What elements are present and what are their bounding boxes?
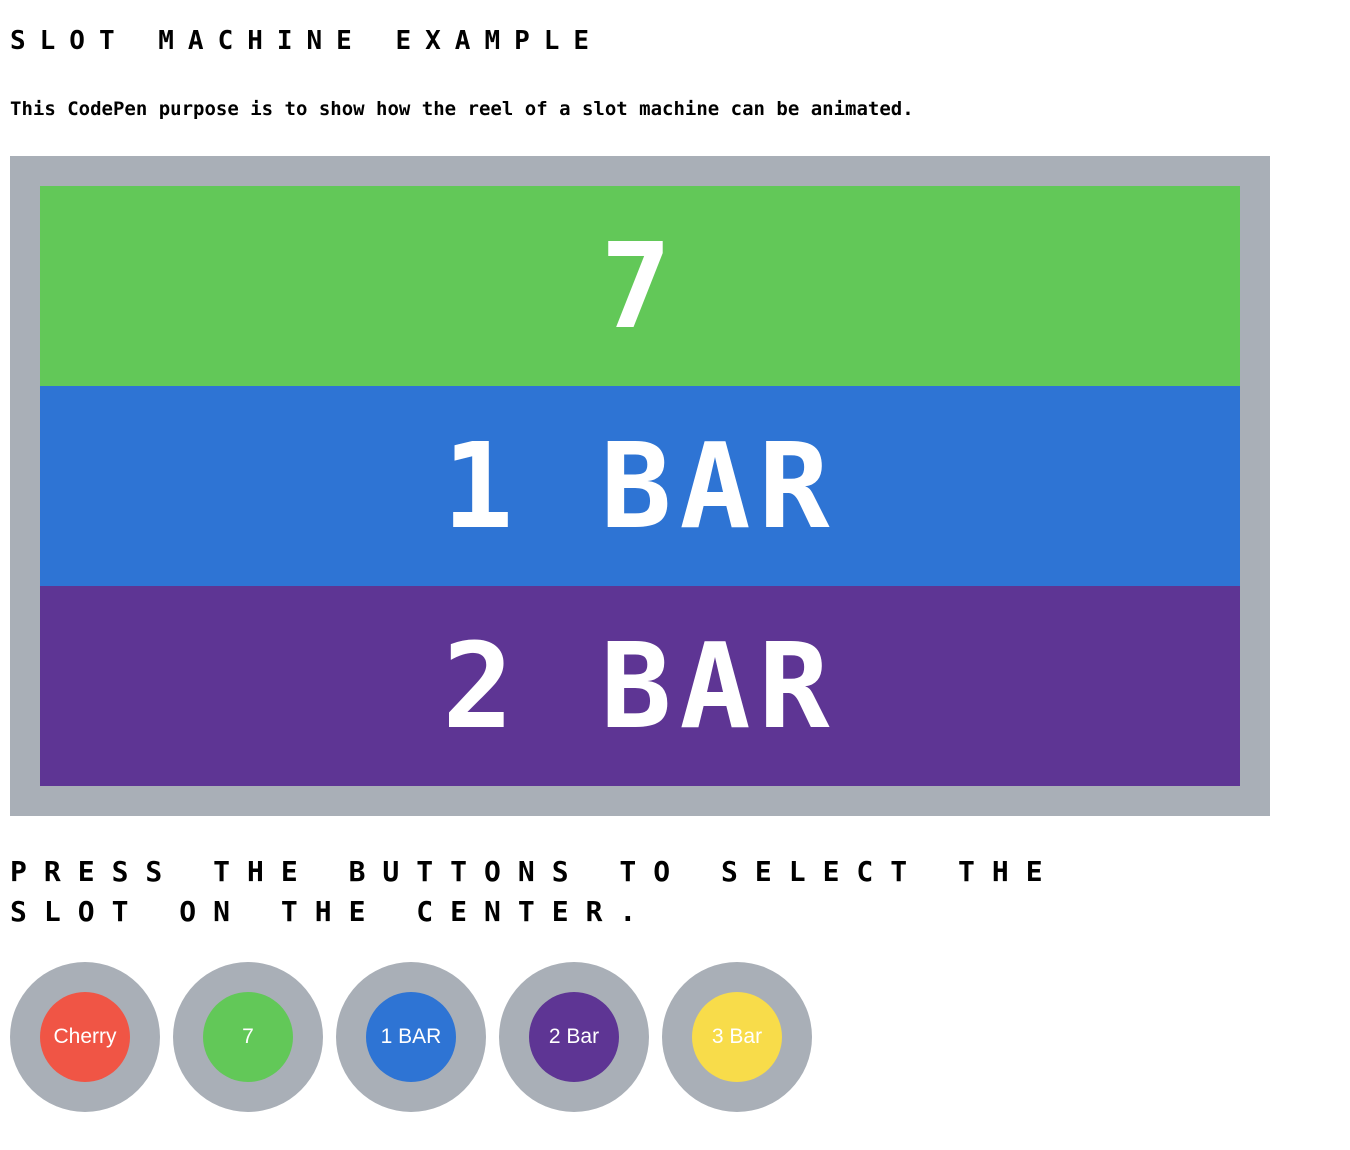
instructions-heading: Press the buttons to select the slot on … [10,855,1060,928]
two-bar-button-label[interactable]: 2 Bar [529,992,619,1082]
seven-button-label[interactable]: 7 [203,992,293,1082]
cherry-button-label[interactable]: Cherry [40,992,130,1082]
reel: 7 1 BAR 2 BAR [40,186,1240,786]
slot-machine: 7 1 BAR 2 BAR [10,156,1270,816]
one-bar-button-label[interactable]: 1 BAR [366,992,456,1082]
three-bar-button[interactable]: 3 Bar [662,962,812,1112]
slot-buttons: Cherry 7 1 BAR 2 Bar 3 Bar [10,962,812,1112]
slot-7: 7 [40,186,1240,386]
slot-1-bar: 1 BAR [40,386,1240,586]
intro-text: This CodePen purpose is to show how the … [10,98,914,120]
three-bar-button-label[interactable]: 3 Bar [692,992,782,1082]
two-bar-button[interactable]: 2 Bar [499,962,649,1112]
page-title: Slot Machine Example [10,26,604,56]
cherry-button[interactable]: Cherry [10,962,160,1112]
one-bar-button[interactable]: 1 BAR [336,962,486,1112]
slot-2-bar: 2 BAR [40,586,1240,786]
seven-button[interactable]: 7 [173,962,323,1112]
